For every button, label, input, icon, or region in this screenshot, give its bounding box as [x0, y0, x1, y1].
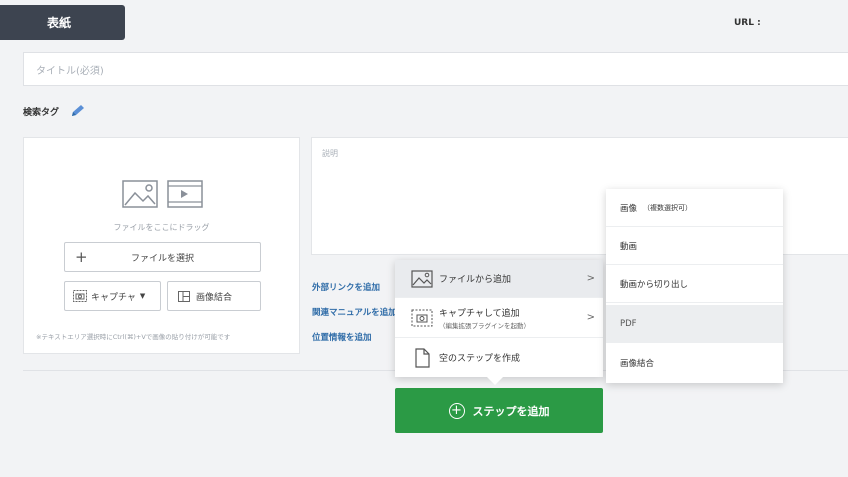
- menu-item-capture-sub: （編集拡張プラグインを起動）: [439, 321, 530, 330]
- chevron-right-icon: >: [586, 273, 595, 284]
- merge-icon: [178, 290, 190, 302]
- submenu-item-video-clip-label: 動画から切り出し: [620, 279, 689, 290]
- search-tag-label: 検索タグ: [23, 107, 60, 118]
- add-step-label: ステップを追加: [472, 404, 550, 418]
- media-icons: [122, 180, 203, 208]
- submenu-item-pdf[interactable]: PDF: [606, 305, 783, 343]
- menu-item-from-file[interactable]: ファイルから追加 >: [395, 260, 603, 298]
- submenu-item-pdf-label: PDF: [620, 318, 637, 329]
- plus-circle-icon: +: [448, 402, 465, 419]
- image-icon: [411, 269, 433, 288]
- title-input[interactable]: タイトル(必須): [23, 52, 848, 86]
- add-step-menu: ファイルから追加 > キャプチャして追加 （編集拡張プラグインを起動） > 空の…: [395, 260, 603, 385]
- from-file-submenu: 画像 （複数選択可） 動画 動画から切り出し PDF 画像結合: [606, 189, 783, 383]
- add-related-manual-link[interactable]: 関連マニュアルを追加: [312, 306, 397, 318]
- cover-tab[interactable]: 表紙: [0, 5, 125, 40]
- paste-hint: ※テキストエリア選択時にCtrl(⌘)+Vで画像の貼り付けが可能です: [36, 333, 231, 341]
- submenu-item-image-merge[interactable]: 画像結合: [606, 344, 783, 382]
- caret-down-icon: ▼: [139, 292, 146, 300]
- description-placeholder: 説明: [322, 149, 338, 158]
- url-label: URL :: [734, 18, 761, 28]
- menu-item-capture-label: キャプチャして追加: [439, 308, 520, 319]
- video-icon: [167, 180, 203, 208]
- select-file-button[interactable]: + ファイルを選択: [64, 242, 261, 272]
- submenu-item-image-note: （複数選択可）: [643, 203, 693, 212]
- drag-hint: ファイルをここにドラッグ: [113, 223, 210, 232]
- capture-button[interactable]: キャプチャ ▼: [64, 281, 161, 311]
- menu-item-capture[interactable]: キャプチャして追加 （編集拡張プラグインを起動） >: [395, 298, 603, 338]
- plus-icon: +: [75, 248, 88, 266]
- submenu-item-video[interactable]: 動画: [606, 227, 783, 265]
- menu-item-from-file-label: ファイルから追加: [439, 275, 512, 285]
- menu-item-empty-step[interactable]: 空のステップを作成: [395, 338, 603, 377]
- menu-item-empty-step-label: 空のステップを作成: [439, 354, 521, 364]
- document-icon: [415, 347, 430, 368]
- submenu-item-image-label: 画像: [620, 203, 638, 214]
- media-dropzone[interactable]: ファイルをここにドラッグ + ファイルを選択 キャプチャ ▼ 画像結合 ※テキス…: [23, 137, 300, 354]
- capture-label: キャプチャ: [91, 292, 136, 303]
- submenu-item-video-label: 動画: [620, 241, 638, 252]
- menu-item-capture-text: キャプチャして追加 （編集拡張プラグインを起動）: [439, 306, 530, 330]
- search-tag-row: 検索タグ: [23, 104, 87, 118]
- camera-icon: [411, 309, 433, 326]
- pencil-icon[interactable]: [69, 104, 87, 118]
- merge-label: 画像結合: [196, 292, 233, 303]
- submenu-item-image-merge-label: 画像結合: [620, 359, 655, 369]
- camera-icon: [73, 290, 87, 302]
- image-icon: [122, 180, 158, 208]
- submenu-item-image[interactable]: 画像 （複数選択可）: [606, 189, 783, 227]
- add-step-button[interactable]: + ステップを追加: [395, 388, 603, 433]
- add-external-link[interactable]: 外部リンクを追加: [312, 281, 380, 293]
- add-location-link[interactable]: 位置情報を追加: [312, 331, 372, 343]
- submenu-item-video-clip[interactable]: 動画から切り出し: [606, 265, 783, 303]
- merge-button[interactable]: 画像結合: [167, 281, 261, 311]
- chevron-right-icon: >: [586, 312, 595, 323]
- select-file-label: ファイルを選択: [130, 253, 194, 264]
